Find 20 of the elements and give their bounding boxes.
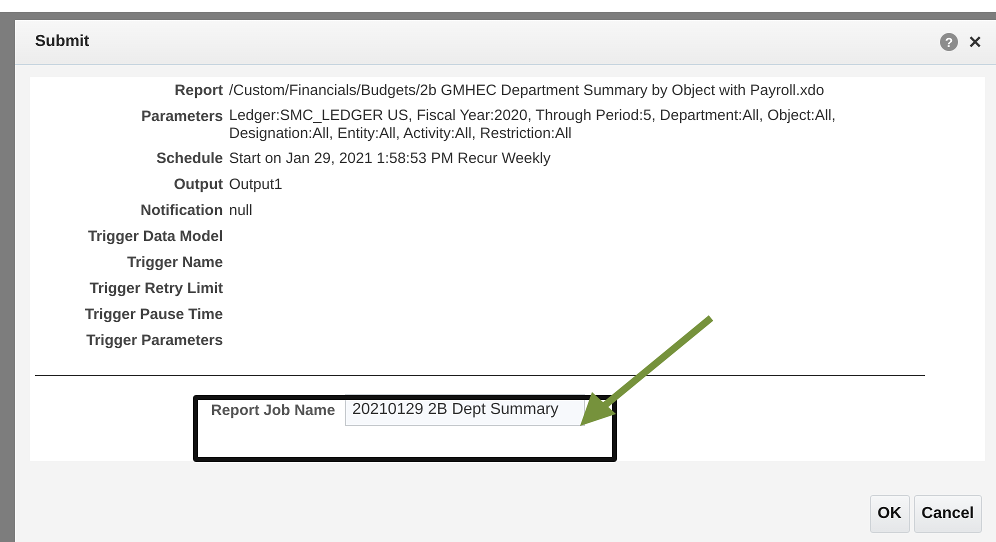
ok-button[interactable]: OK xyxy=(870,494,910,532)
field-label: Trigger Pause Time xyxy=(84,305,223,325)
field-label: Trigger Name xyxy=(126,253,223,273)
field-value: /Custom/Financials/Budgets/2b GMHEC Department Summary by Object with Payroll.xdo xyxy=(229,81,826,101)
field-label: Report xyxy=(174,81,223,101)
dialog-title: Submit xyxy=(35,33,90,51)
field-label: Output xyxy=(172,175,223,195)
cancel-button[interactable]: Cancel xyxy=(914,494,982,532)
close-icon[interactable]: ✕ xyxy=(968,32,982,52)
field-label: Parameters xyxy=(140,107,223,127)
field-value: null xyxy=(229,201,254,221)
field-label: Notification xyxy=(140,201,223,221)
field-value: Start on Jan 29, 2021 1:58:53 PM Recur Weekly xyxy=(229,149,552,169)
field-label: Trigger Parameters xyxy=(85,331,223,351)
field-label: Trigger Retry Limit xyxy=(88,279,223,299)
field-value: Ledger:SMC_LEDGER US, Fiscal Year:2020, Through Period:5, Department:All, Object:All, Designation:All, Entity:All, Activity:All, Restriction:All xyxy=(229,107,837,143)
field-label: Report Job Name xyxy=(211,402,336,418)
field-label: Trigger Data Model xyxy=(86,227,223,247)
field-value: Output1 xyxy=(229,175,284,195)
field-label: Schedule xyxy=(155,149,223,169)
